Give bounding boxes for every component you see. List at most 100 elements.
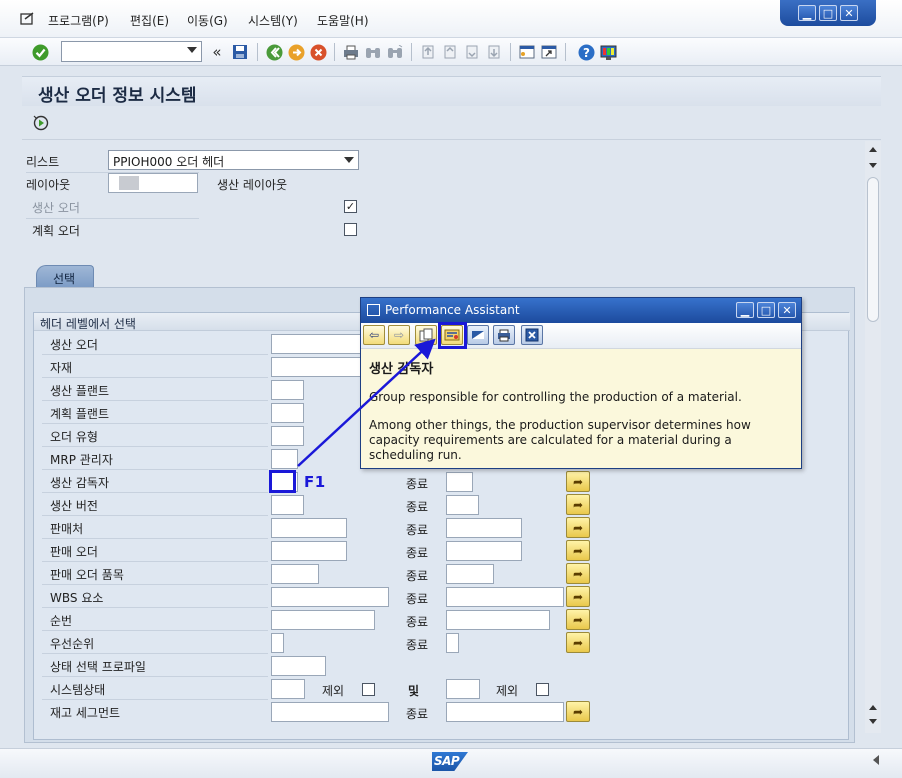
enter-check-icon[interactable] [30,42,50,62]
mrp-controller-from-input[interactable] [271,449,298,469]
menu-system[interactable]: 시스템(Y) [248,12,298,29]
help-icon[interactable]: ? [576,42,596,62]
save-icon[interactable] [230,42,250,62]
production-order-checkbox[interactable]: ✓ [344,200,357,213]
menu-help[interactable]: 도움말(H) [317,12,369,29]
stock-segment-to-input[interactable] [446,702,564,722]
planning-plant-from-input[interactable] [271,403,304,423]
dialog-window-controls: ▁ □ ✕ [736,302,796,318]
production-supervisor-to-input[interactable] [446,472,473,492]
execute-icon[interactable] [32,114,50,132]
order-type-from-input[interactable] [271,426,304,446]
system-status-exclude2-checkbox[interactable] [536,683,549,696]
sales-order-item-to-input[interactable] [446,564,494,584]
multiple-selection-button[interactable]: ➦ [566,609,590,630]
scroll-up-icon[interactable] [869,147,877,152]
command-field[interactable] [61,41,202,62]
system-status-input[interactable] [271,679,305,699]
scroll-down-icon[interactable] [869,719,877,724]
help-text-paragraph: Among other things, the production super… [369,418,751,462]
row-divider [26,218,199,219]
close-icon[interactable]: ✕ [778,302,796,318]
multiple-selection-button[interactable]: ➦ [566,471,590,492]
first-page-icon[interactable] [418,42,438,62]
row-label-mrp-controller: MRP 관리자 [50,453,113,467]
chevron-down-icon[interactable] [344,157,354,163]
multiple-selection-button[interactable]: ➦ [566,517,590,538]
menu-icon[interactable] [20,12,35,26]
double-chevron-left-icon[interactable]: « [207,42,227,62]
status-selection-profile-input[interactable] [271,656,326,676]
scroll-down-small-icon[interactable] [869,163,877,168]
close-help-icon[interactable] [521,325,543,345]
production-plant-from-input[interactable] [271,380,304,400]
exit-icon[interactable] [286,42,306,62]
layout-input[interactable] [108,173,198,193]
planned-order-checkbox[interactable] [344,223,357,236]
system-status-exclude-checkbox[interactable] [362,683,375,696]
maximize-icon[interactable]: □ [819,5,837,21]
row-divider [42,676,268,677]
menu-bar: 프로그램(P) 편집(E) 이동(G) 시스템(Y) 도움말(H) ▁ □ ✕ [0,0,902,38]
minimize-icon[interactable]: ▁ [736,302,754,318]
multiple-selection-button[interactable]: ➦ [566,563,590,584]
status-expand-icon[interactable] [873,755,879,765]
multiple-selection-button[interactable]: ➦ [566,701,590,722]
customize-layout-icon[interactable] [598,42,618,62]
wbs-element-from-input[interactable] [271,587,389,607]
row-label-stock-segment: 재고 세그먼트 [50,706,121,720]
menu-goto[interactable]: 이동(G) [187,12,228,29]
scroll-up-small-icon[interactable] [869,705,877,710]
sold-to-from-input[interactable] [271,518,347,538]
priority-to-input[interactable] [446,633,459,653]
find-icon[interactable] [363,42,383,62]
menu-edit[interactable]: 편집(E) [130,12,169,29]
sales-order-from-input[interactable] [271,541,347,561]
row-label-wbs-element: WBS 요소 [50,591,104,605]
forward-arrow-icon[interactable]: ⇨ [388,325,410,345]
print-icon[interactable] [493,325,515,345]
arrow-right-icon: ➦ [572,704,584,719]
system-status-2-input[interactable] [446,679,480,699]
sequence-number-to-input[interactable] [446,610,550,630]
print-icon[interactable] [341,42,361,62]
new-session-icon[interactable] [517,42,537,62]
previous-page-icon[interactable] [440,42,460,62]
multiple-selection-button[interactable]: ➦ [566,632,590,653]
sales-order-to-input[interactable] [446,541,522,561]
priority-to-label: 종료 [406,638,429,652]
tab-selection[interactable]: 선택 [36,265,94,287]
sequence-number-from-input[interactable] [271,610,375,630]
application-help-icon[interactable] [415,325,437,345]
multiple-selection-button[interactable]: ➦ [566,586,590,607]
multiple-selection-button[interactable]: ➦ [566,540,590,561]
sales-order-item-from-input[interactable] [271,564,319,584]
sold-to-to-input[interactable] [446,518,522,538]
back-icon[interactable] [264,42,284,62]
find-next-icon[interactable] [385,42,405,62]
production-version-to-input[interactable] [446,495,479,515]
row-label-sequence-number: 순번 [50,614,73,628]
back-arrow-icon[interactable]: ⇦ [363,325,385,345]
wbs-element-to-input[interactable] [446,587,564,607]
menu-program[interactable]: 프로그램(P) [48,12,109,29]
next-page-icon[interactable] [462,42,482,62]
production-order-from-input[interactable] [271,334,363,354]
minimize-icon[interactable]: ▁ [798,5,816,21]
cancel-icon[interactable] [308,42,328,62]
shortcut-icon[interactable] [539,42,559,62]
stock-segment-from-input[interactable] [271,702,389,722]
vertical-scrollbar[interactable] [865,141,881,733]
scrollbar-thumb[interactable] [867,177,879,322]
maximize-icon[interactable]: □ [757,302,775,318]
chevron-down-icon[interactable] [187,47,197,53]
multiple-selection-button[interactable]: ➦ [566,494,590,515]
last-page-icon[interactable] [484,42,504,62]
priority-from-input[interactable] [271,633,284,653]
production-version-from-input[interactable] [271,495,304,515]
row-divider [42,561,268,562]
list-dropdown[interactable]: PPIOH000 오더 헤더 [108,150,359,170]
settings-icon[interactable] [467,325,489,345]
material-from-input[interactable] [271,357,363,377]
close-icon[interactable]: ✕ [840,5,858,21]
